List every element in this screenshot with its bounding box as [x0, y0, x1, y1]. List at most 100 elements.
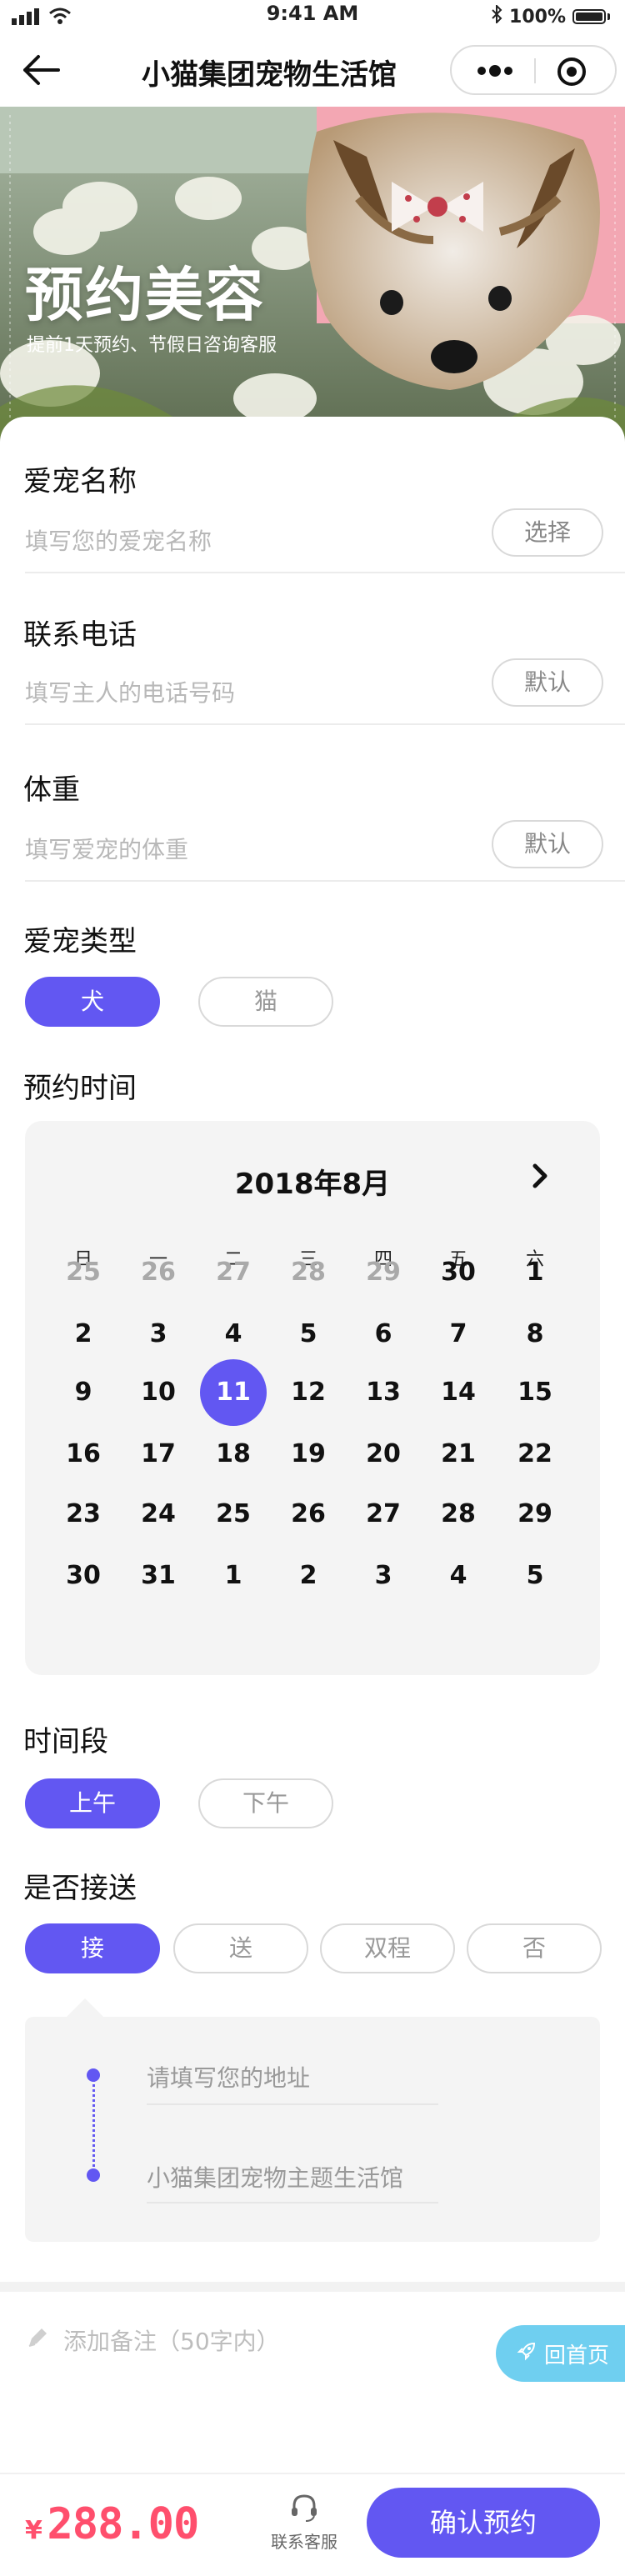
calendar-day[interactable]: 13 — [350, 1359, 417, 1426]
destination-text: 小猫集团宠物主题生活馆 — [147, 2164, 404, 2192]
period-afternoon[interactable]: 下午 — [198, 1778, 333, 1828]
calendar-day[interactable]: 2 — [275, 1543, 342, 1609]
weight-input[interactable]: 填写爱宠的体重 — [25, 832, 188, 865]
calendar-day[interactable]: 16 — [50, 1421, 117, 1488]
calendar-day[interactable]: 17 — [125, 1421, 192, 1488]
bluetooth-icon — [491, 3, 502, 28]
divider — [25, 880, 625, 882]
close-target-icon[interactable] — [555, 55, 588, 88]
calendar-day[interactable]: 8 — [502, 1301, 568, 1368]
calendar-day[interactable]: 25 — [200, 1481, 267, 1548]
battery-icon — [572, 9, 606, 24]
calendar-day[interactable]: 4 — [425, 1543, 492, 1609]
note-row[interactable]: 添加备注（50字内） — [25, 2323, 280, 2357]
battery-percent: 100% — [509, 6, 566, 28]
mini-program-capsule — [450, 45, 617, 95]
footer-bar: ¥ 288.00 联系客服 确认预约 — [0, 2473, 625, 2576]
calendar-day[interactable]: 1 — [502, 1239, 568, 1306]
calendar-day[interactable]: 27 — [350, 1481, 417, 1548]
section-divider — [0, 2282, 625, 2292]
rocket-icon — [516, 2340, 538, 2368]
pickup-option-none[interactable]: 否 — [467, 1923, 602, 1973]
price-amount: 288.00 — [47, 2499, 199, 2549]
calendar-day[interactable]: 20 — [350, 1421, 417, 1488]
calendar-day[interactable]: 9 — [50, 1359, 117, 1426]
currency-symbol: ¥ — [25, 2516, 42, 2545]
calendar-day[interactable]: 30 — [50, 1543, 117, 1609]
calendar-day[interactable]: 15 — [502, 1359, 568, 1426]
address-input[interactable]: 请填写您的地址 — [147, 2060, 310, 2093]
status-bar: 9:41 AM 100% — [0, 0, 625, 33]
route-line — [92, 2075, 95, 2167]
status-right: 100% — [491, 3, 610, 28]
period-morning[interactable]: 上午 — [25, 1778, 160, 1828]
pickup-option-deliver[interactable]: 送 — [173, 1923, 308, 1973]
back-home-label: 回首页 — [544, 2343, 610, 2368]
calendar-day[interactable]: 14 — [425, 1359, 492, 1426]
hero-title: 预约美容 — [25, 261, 265, 329]
calendar-day: 28 — [291, 1258, 326, 1287]
pet-type-dog[interactable]: 犬 — [25, 977, 160, 1027]
calendar-day[interactable]: 6 — [350, 1301, 417, 1368]
calendar-day: 27 — [216, 1258, 251, 1287]
calendar-day[interactable]: 19 — [275, 1421, 342, 1488]
price: ¥ 288.00 — [25, 2499, 199, 2549]
pet-name-input[interactable]: 填写您的爱宠名称 — [25, 523, 212, 557]
calendar-day[interactable]: 22 — [502, 1421, 568, 1488]
calendar-day[interactable]: 5 — [275, 1301, 342, 1368]
calendar-day[interactable]: 26 — [275, 1481, 342, 1548]
calendar-day-selected[interactable]: 11 — [200, 1359, 267, 1426]
confirm-booking-button[interactable]: 确认预约 — [367, 2488, 600, 2558]
calendar-day[interactable]: 30 — [425, 1239, 492, 1306]
calendar-month-title: 2018年8月 — [234, 1168, 391, 1201]
weight-default-button[interactable]: 默认 — [492, 820, 603, 868]
phone-input[interactable]: 填写主人的电话号码 — [25, 675, 235, 708]
back-home-button[interactable]: 回首页 — [496, 2325, 625, 2382]
pickup-option-both[interactable]: 双程 — [320, 1923, 455, 1973]
calendar-day[interactable]: 7 — [425, 1301, 492, 1368]
calendar-day[interactable]: 5 — [502, 1543, 568, 1609]
pickup-label: 是否接送 — [23, 1872, 137, 1905]
date-label: 预约时间 — [23, 1072, 137, 1105]
calendar: 2018年8月 日一二三四五六 25 26 27 28 29 30 1 2 3 4 5 6 7 8 9 10 11… — [25, 1121, 600, 1675]
calendar-day[interactable]: 2 — [50, 1301, 117, 1368]
nav-bar: 小猫集团宠物生活馆 — [0, 33, 625, 107]
calendar-day[interactable]: 12 — [275, 1359, 342, 1426]
pet-type-cat[interactable]: 猫 — [198, 977, 333, 1027]
chevron-right-icon[interactable] — [523, 1159, 557, 1193]
customer-service-label: 联系客服 — [271, 2532, 338, 2552]
hero-subtitle: 提前1天预约、节假日咨询客服 — [27, 335, 277, 356]
calendar-day: 25 — [66, 1258, 101, 1287]
calendar-day[interactable]: 1 — [200, 1543, 267, 1609]
calendar-day[interactable]: 18 — [200, 1421, 267, 1488]
divider — [25, 572, 625, 573]
address-box: 请填写您的地址 小猫集团宠物主题生活馆 — [25, 1998, 600, 2242]
weight-label: 体重 — [23, 773, 80, 807]
calendar-day[interactable]: 31 — [125, 1543, 192, 1609]
calendar-day[interactable]: 24 — [125, 1481, 192, 1548]
pet-name-select-button[interactable]: 选择 — [492, 508, 603, 557]
calendar-day[interactable]: 3 — [350, 1543, 417, 1609]
calendar-day[interactable]: 10 — [125, 1359, 192, 1426]
more-dots-icon[interactable] — [468, 58, 522, 83]
customer-service-button[interactable]: 联系客服 — [267, 2493, 342, 2553]
calendar-day: 26 — [141, 1258, 176, 1287]
calendar-day[interactable]: 4 — [200, 1301, 267, 1368]
calendar-day[interactable]: 29 — [502, 1481, 568, 1548]
note-input[interactable]: 添加备注（50字内） — [63, 2323, 280, 2357]
calendar-day: 29 — [366, 1258, 401, 1287]
back-arrow-icon[interactable] — [22, 52, 62, 88]
pickup-option-pick[interactable]: 接 — [25, 1923, 160, 1973]
calendar-day[interactable]: 21 — [425, 1421, 492, 1488]
phone-label: 联系电话 — [23, 618, 137, 652]
destination-dot — [87, 2168, 100, 2182]
pencil-icon — [25, 2325, 50, 2356]
pet-type-label: 爱宠类型 — [23, 925, 137, 958]
phone-default-button[interactable]: 默认 — [492, 658, 603, 707]
calendar-day[interactable]: 3 — [125, 1301, 192, 1368]
period-label: 时间段 — [23, 1725, 108, 1758]
headset-icon — [267, 2493, 342, 2528]
calendar-day[interactable]: 23 — [50, 1481, 117, 1548]
calendar-day[interactable]: 28 — [425, 1481, 492, 1548]
hero-banner: 预约美容 提前1天预约、节假日咨询客服 — [0, 107, 625, 448]
